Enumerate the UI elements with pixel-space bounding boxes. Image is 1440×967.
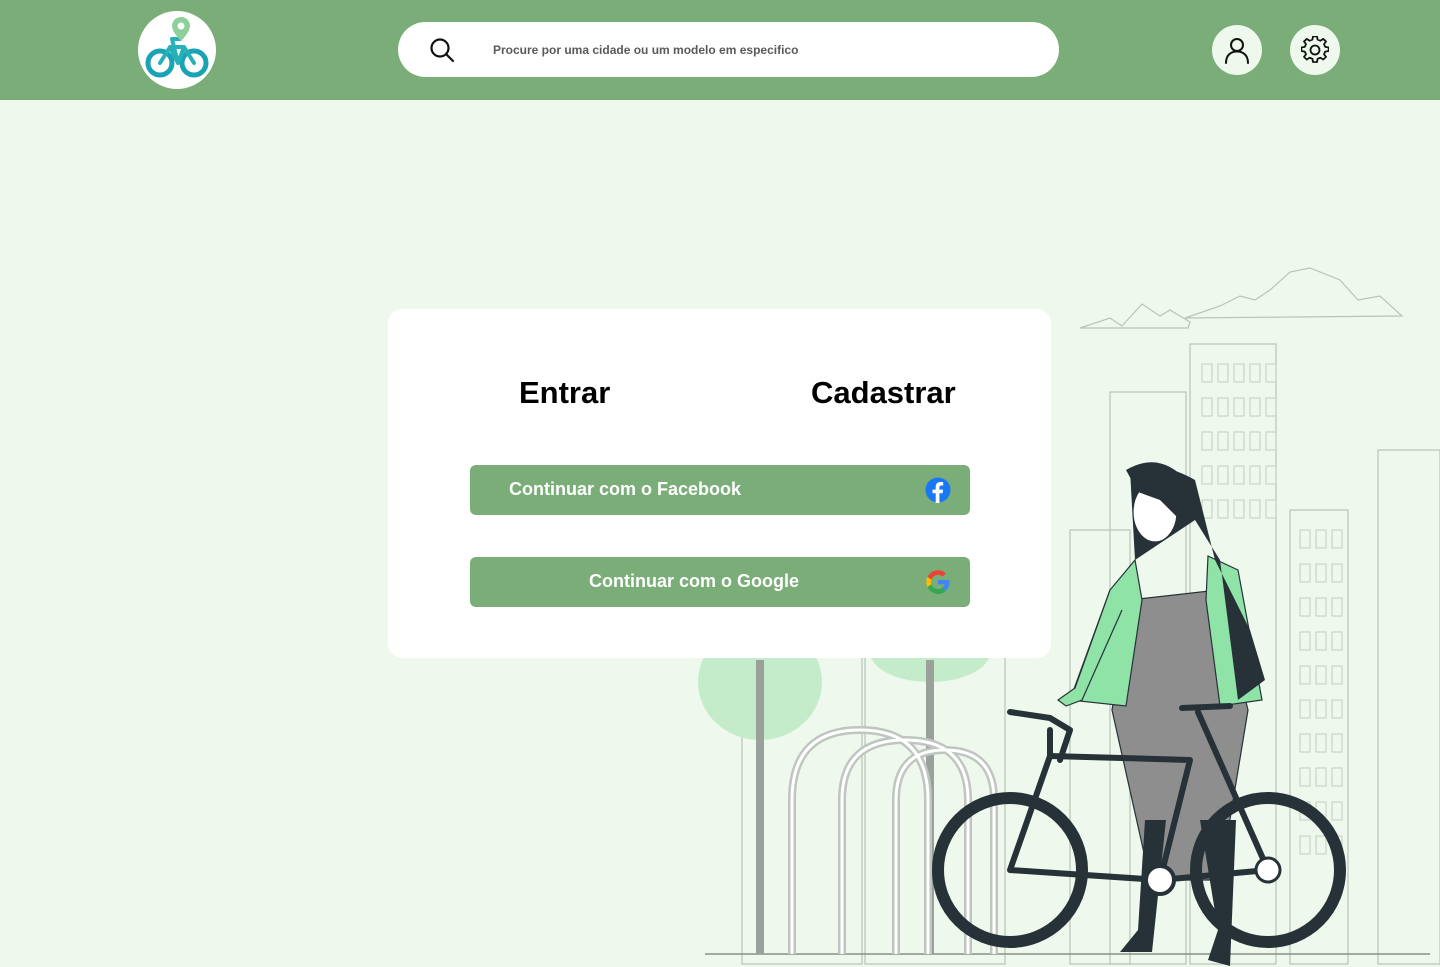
- auth-card: Entrar Cadastrar Continuar com o Faceboo…: [388, 309, 1051, 658]
- user-icon: [1225, 38, 1249, 64]
- bike-location-logo: [145, 17, 209, 78]
- google-button-label: Continuar com o Google: [589, 571, 799, 591]
- settings-button[interactable]: [1290, 25, 1340, 75]
- google-icon: [926, 570, 950, 594]
- tab-signup[interactable]: Cadastrar: [811, 375, 956, 411]
- search-input[interactable]: [493, 22, 1033, 77]
- search-icon[interactable]: [429, 37, 455, 63]
- profile-button[interactable]: [1212, 25, 1262, 75]
- tab-login[interactable]: Entrar: [519, 375, 610, 411]
- app-logo[interactable]: [138, 11, 216, 89]
- top-bar: [0, 0, 1440, 100]
- gear-icon: [1301, 36, 1329, 63]
- continue-with-facebook-button[interactable]: Continuar com o Facebook: [470, 465, 970, 515]
- facebook-icon: [925, 477, 951, 503]
- continue-with-google-button[interactable]: Continuar com o Google: [470, 557, 970, 607]
- facebook-button-label: Continuar com o Facebook: [509, 479, 742, 499]
- search-bar: [398, 22, 1059, 77]
